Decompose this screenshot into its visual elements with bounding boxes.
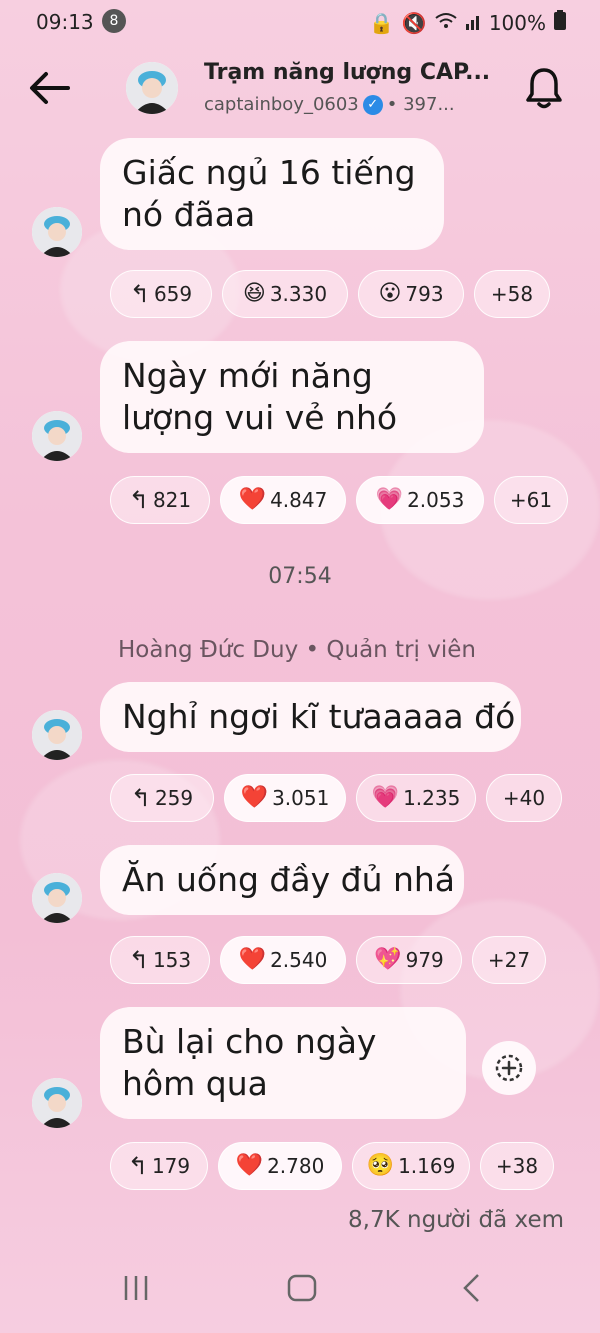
channel-handle: captainboy_0603 [204,94,359,115]
more-reactions-pill[interactable]: +61 [494,476,568,524]
recent-apps-icon[interactable] [120,1272,152,1313]
red-heart-emoji-icon: ❤️ [235,1153,264,1178]
reply-icon: ↰ [130,784,151,812]
reaction-row: ↰ 659 😆 3.330 😮 793 +58 [110,270,550,318]
sparkling-heart-emoji-icon: 💗 [375,487,404,512]
bell-icon[interactable] [524,66,564,110]
reply-count-pill[interactable]: ↰ 259 [110,774,214,822]
red-heart-emoji-icon: ❤️ [240,785,269,810]
battery-icon [554,10,566,35]
more-reactions-count: +27 [487,948,531,972]
heart-with-sparkles-emoji-icon: 💖 [374,947,402,972]
home-icon[interactable] [286,1272,318,1313]
reaction-count: 4.847 [270,488,328,512]
notification-count-badge: 8 [102,9,126,33]
reaction-count: 2.053 [407,488,465,512]
reaction-pill[interactable]: ❤️ 2.780 [218,1142,342,1190]
more-reactions-pill[interactable]: +27 [472,936,546,984]
more-reactions-count: +40 [502,786,546,810]
red-heart-emoji-icon: ❤️ [238,487,267,512]
reaction-count: 259 [154,786,194,810]
reaction-pill[interactable]: 💖 979 [356,936,462,984]
status-bar: 09:13 8 🔒 🔇 100% [0,0,600,44]
reaction-count: 2.780 [267,1154,325,1178]
more-reactions-count: +61 [509,488,553,512]
message-bubble[interactable]: Giấc ngủ 16 tiếng nó đãaa [100,138,444,250]
reaction-pill[interactable]: 😮 793 [358,270,464,318]
reaction-count: 659 [153,282,193,306]
verified-badge-icon: ✓ [362,94,383,115]
wifi-icon [435,11,457,35]
reaction-row: ↰ 179 ❤️ 2.780 🥺 1.169 +38 [110,1142,554,1190]
sender-avatar[interactable] [32,207,82,257]
add-reaction-button[interactable] [482,1041,536,1095]
reaction-pill[interactable]: 💗 1.235 [356,774,476,822]
red-heart-emoji-icon: ❤️ [238,947,267,972]
reaction-count: 3.051 [272,786,330,810]
pleading-face-emoji-icon: 🥺 [366,1153,395,1178]
reply-icon: ↰ [128,486,149,514]
more-reactions-pill[interactable]: +40 [486,774,562,822]
laughing-emoji-icon: 😆 [242,281,266,306]
reaction-pill[interactable]: ❤️ 4.847 [220,476,346,524]
reaction-count: 821 [152,488,192,512]
back-nav-icon[interactable] [456,1272,488,1313]
back-arrow-icon[interactable] [28,70,72,106]
sender-avatar[interactable] [32,873,82,923]
reply-icon: ↰ [129,280,150,308]
channel-header: Trạm năng lượng CAP... captainboy_0603 ✓… [0,44,600,134]
channel-avatar[interactable] [126,62,178,114]
reaction-count: 1.169 [398,1154,456,1178]
reply-icon: ↰ [128,946,149,974]
mute-icon: 🔇 [401,10,427,35]
reaction-count: 979 [405,948,444,972]
reaction-count: 3.330 [269,282,328,306]
reaction-count: 179 [151,1154,191,1178]
reply-icon: ↰ [127,1152,148,1180]
reaction-row: ↰ 259 ❤️ 3.051 💗 1.235 +40 [110,774,562,822]
reaction-count: 2.540 [270,948,328,972]
more-reactions-count: +38 [495,1154,539,1178]
reaction-row: ↰ 821 ❤️ 4.847 💗 2.053 +61 [110,476,568,524]
reply-count-pill[interactable]: ↰ 179 [110,1142,208,1190]
signal-icon [465,11,481,35]
reaction-pill[interactable]: ❤️ 2.540 [220,936,346,984]
reply-count-pill[interactable]: ↰ 821 [110,476,210,524]
reply-count-pill[interactable]: ↰ 659 [110,270,212,318]
sender-avatar[interactable] [32,710,82,760]
channel-subtitle[interactable]: captainboy_0603 ✓ • 397... [204,94,455,115]
battery-percent: 100% [488,10,546,35]
reaction-count: 793 [405,282,444,306]
more-reactions-pill[interactable]: +38 [480,1142,554,1190]
time-separator: 07:54 [268,564,332,589]
surprised-emoji-icon: 😮 [378,281,402,306]
message-bubble[interactable]: Bù lại cho ngày hôm qua [100,1007,466,1119]
channel-title[interactable]: Trạm năng lượng CAP... [204,60,490,85]
reaction-pill[interactable]: ❤️ 3.051 [224,774,346,822]
sender-avatar[interactable] [32,1078,82,1128]
message-bubble[interactable]: Ngày mới năng lượng vui vẻ nhó [100,341,484,453]
reply-count-pill[interactable]: ↰ 153 [110,936,210,984]
more-reactions-count: +58 [490,282,534,306]
reaction-count: 153 [152,948,192,972]
view-count: 8,7K người đã xem [348,1207,564,1233]
sparkling-heart-emoji-icon: 💗 [371,785,400,810]
system-nav-bar [0,1260,600,1333]
member-count: • 397... [386,94,455,115]
status-icons: 🔒 🔇 100% [369,10,566,35]
reaction-count: 1.235 [403,786,461,810]
reaction-pill[interactable]: 😆 3.330 [222,270,348,318]
message-bubble[interactable]: Nghỉ ngơi kĩ tưaaaaa đó [100,682,521,752]
more-reactions-pill[interactable]: +58 [474,270,550,318]
sender-avatar[interactable] [32,411,82,461]
reaction-pill[interactable]: 💗 2.053 [356,476,484,524]
reaction-row: ↰ 153 ❤️ 2.540 💖 979 +27 [110,936,546,984]
lock-icon: 🔒 [369,10,394,35]
reaction-pill[interactable]: 🥺 1.169 [352,1142,470,1190]
sender-name[interactable]: Hoàng Đức Duy • Quản trị viên [118,637,476,663]
status-time: 09:13 [36,10,94,34]
message-bubble[interactable]: Ăn uống đầy đủ nhá [100,845,464,915]
